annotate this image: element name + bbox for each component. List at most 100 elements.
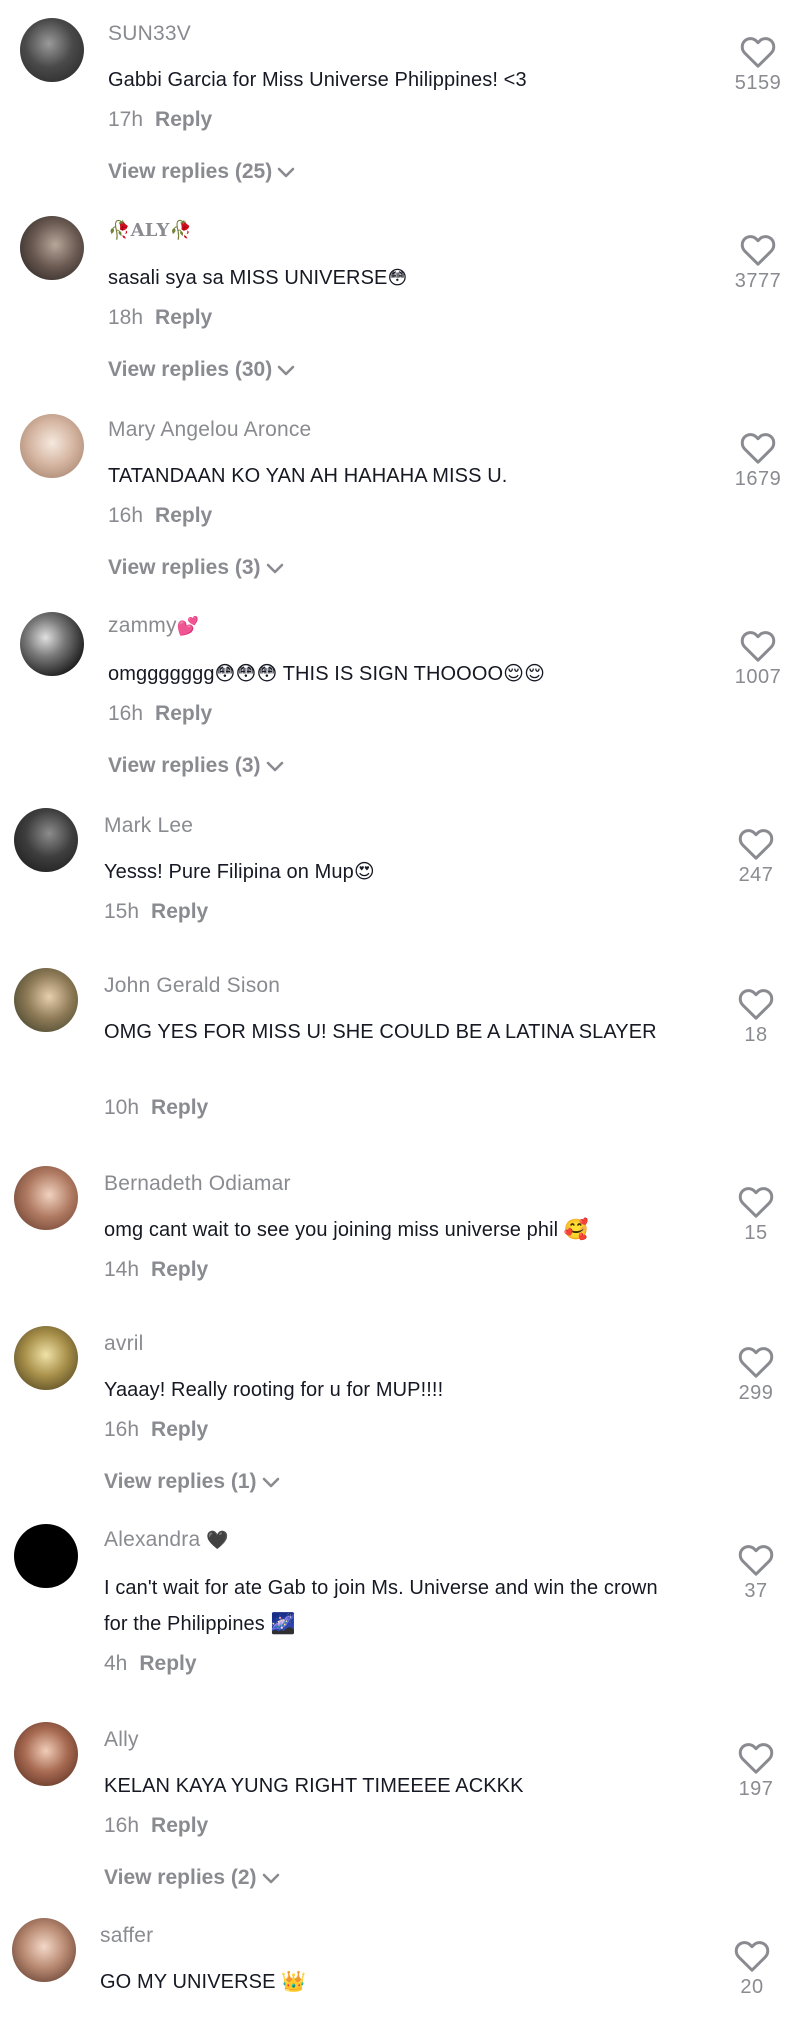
comment-text: Gabbi Garcia for Miss Universe Philippin… — [108, 69, 527, 91]
view-replies-button[interactable]: View replies (30) — [108, 358, 296, 382]
avatar[interactable] — [14, 1524, 78, 1588]
chevron-down-icon — [266, 564, 283, 574]
avatar[interactable] — [20, 216, 84, 280]
reply-button[interactable]: Reply — [151, 1096, 208, 1119]
comment-text: sasali sya sa MISS UNIVERSE😳 — [108, 260, 708, 297]
chevron-down-icon — [277, 168, 295, 178]
reply-button[interactable]: Reply — [155, 702, 212, 725]
reply-button[interactable]: Reply — [151, 1814, 208, 1837]
username-label: ALY — [130, 220, 170, 241]
view-replies-label: View replies (25) — [108, 160, 273, 183]
like-count: 1007 — [734, 666, 782, 688]
heart-outline-icon[interactable] — [736, 824, 776, 864]
comment-meta: 16h Reply — [104, 1418, 208, 1442]
comment-username[interactable]: zammy💕 — [108, 614, 199, 638]
chevron-down-icon — [262, 1478, 279, 1488]
comment-username[interactable]: saffer — [100, 1924, 153, 1948]
username-label: zammy — [108, 614, 177, 637]
comment-meta: 18h Reply — [108, 306, 212, 330]
like-count: 37 — [744, 1580, 768, 1602]
heart-outline-icon[interactable] — [738, 626, 778, 666]
comment-text: omggggggg😳😳😳 THIS IS SIGN THOOOO😌😌 — [108, 663, 546, 685]
comment-username[interactable]: John Gerald Sison — [104, 974, 280, 998]
comment-username[interactable]: 🥀ALY🥀 — [108, 218, 192, 242]
view-replies-button[interactable]: View replies (2) — [104, 1866, 281, 1890]
comment-text: I can't wait for ate Gab to join Ms. Uni… — [104, 1577, 658, 1635]
comment-username[interactable]: Mark Lee — [104, 814, 193, 838]
chevron-down-icon — [266, 762, 283, 772]
view-replies-button[interactable]: View replies (3) — [108, 556, 285, 580]
rose-emoji: 🥀 — [108, 220, 131, 240]
chevron-down-icon — [262, 1874, 279, 1884]
reply-button[interactable]: Reply — [155, 108, 212, 131]
comment-time: 16h — [104, 1418, 140, 1441]
avatar[interactable] — [14, 1722, 78, 1786]
heart-outline-icon[interactable] — [736, 984, 776, 1024]
avatar[interactable] — [14, 1326, 78, 1390]
comment-time: 16h — [104, 1814, 140, 1837]
comment-meta: 4h Reply — [104, 1652, 197, 1676]
comment-meta: 14h Reply — [104, 1258, 208, 1282]
heart-outline-icon[interactable] — [738, 428, 778, 468]
avatar[interactable] — [14, 1166, 78, 1230]
comment-text: KELAN KAYA YUNG RIGHT TIMEEEE ACKKK — [104, 1775, 524, 1797]
comment-text: Yaaay! Really rooting for u for MUP!!!! — [104, 1379, 444, 1401]
like-count: 299 — [738, 1382, 774, 1404]
view-replies-label: View replies (30) — [108, 358, 273, 381]
comment-meta: 16h Reply — [104, 1814, 208, 1838]
comment-username[interactable]: Alexandra 🖤 — [104, 1528, 229, 1552]
comment-text: TATANDAAN KO YAN AH HAHAHA MISS U. — [108, 465, 508, 487]
heart-outline-icon[interactable] — [738, 32, 778, 72]
heart-outline-icon[interactable] — [736, 1540, 776, 1580]
view-replies-button[interactable]: View replies (3) — [108, 754, 285, 778]
heart-outline-icon[interactable] — [738, 230, 778, 270]
comment-text: omg cant wait to see you joining miss un… — [104, 1219, 589, 1241]
heart-outline-icon[interactable] — [736, 1342, 776, 1382]
view-replies-label: View replies (3) — [108, 754, 261, 777]
reply-button[interactable]: Reply — [139, 1652, 196, 1675]
comment-username[interactable]: Ally — [104, 1728, 139, 1752]
like-count: 1679 — [734, 468, 782, 490]
heart-outline-icon[interactable] — [736, 1738, 776, 1778]
comment-meta: 16h Reply — [108, 504, 212, 528]
avatar[interactable] — [20, 612, 84, 676]
like-count: 3777 — [734, 270, 782, 292]
comment-time: 4h — [104, 1652, 128, 1675]
comment-meta: 15h Reply — [104, 900, 208, 924]
comment-username[interactable]: avril — [104, 1332, 144, 1356]
username-label: Alexandra — [104, 1528, 201, 1551]
avatar[interactable] — [20, 18, 84, 82]
hearts-emoji: 💕 — [176, 616, 200, 636]
view-replies-button[interactable]: View replies (25) — [108, 160, 296, 184]
avatar[interactable] — [12, 1918, 76, 1982]
comment-time: 15h — [104, 900, 140, 923]
reply-button[interactable]: Reply — [151, 1258, 208, 1281]
comment-time: 10h — [104, 1096, 140, 1119]
heart-outline-icon[interactable] — [736, 1182, 776, 1222]
comment-meta: 17h Reply — [108, 108, 212, 132]
reply-button[interactable]: Reply — [155, 504, 212, 527]
reply-button[interactable]: Reply — [151, 900, 208, 923]
view-replies-button[interactable]: View replies (1) — [104, 1470, 281, 1494]
comment-time: 14h — [104, 1258, 140, 1281]
flushed-emoji: 😳 — [387, 268, 408, 289]
like-count: 18 — [744, 1024, 768, 1046]
heart-outline-icon[interactable] — [732, 1936, 772, 1976]
reply-button[interactable]: Reply — [155, 306, 212, 329]
view-replies-label: View replies (3) — [108, 556, 261, 579]
comment-username[interactable]: Mary Angelou Aronce — [108, 418, 311, 442]
comment-text: Yesss! Pure Filipina on Mup😍 — [104, 861, 375, 883]
comment-text: GO MY UNIVERSE 👑 — [100, 1971, 307, 1993]
like-count: 247 — [738, 864, 774, 886]
comment-text: OMG YES FOR MISS U! SHE COULD BE A LATIN… — [104, 1021, 657, 1043]
comment-username[interactable]: Bernadeth Odiamar — [104, 1172, 291, 1196]
avatar[interactable] — [14, 968, 78, 1032]
avatar[interactable] — [14, 808, 78, 872]
heart-emoji: 🖤 — [206, 1530, 230, 1550]
comment-username[interactable]: SUN33V — [108, 22, 191, 46]
like-count: 20 — [740, 1976, 764, 1998]
like-count: 5159 — [734, 72, 782, 94]
reply-button[interactable]: Reply — [151, 1418, 208, 1441]
avatar[interactable] — [20, 414, 84, 478]
comment-time: 16h — [108, 702, 144, 725]
